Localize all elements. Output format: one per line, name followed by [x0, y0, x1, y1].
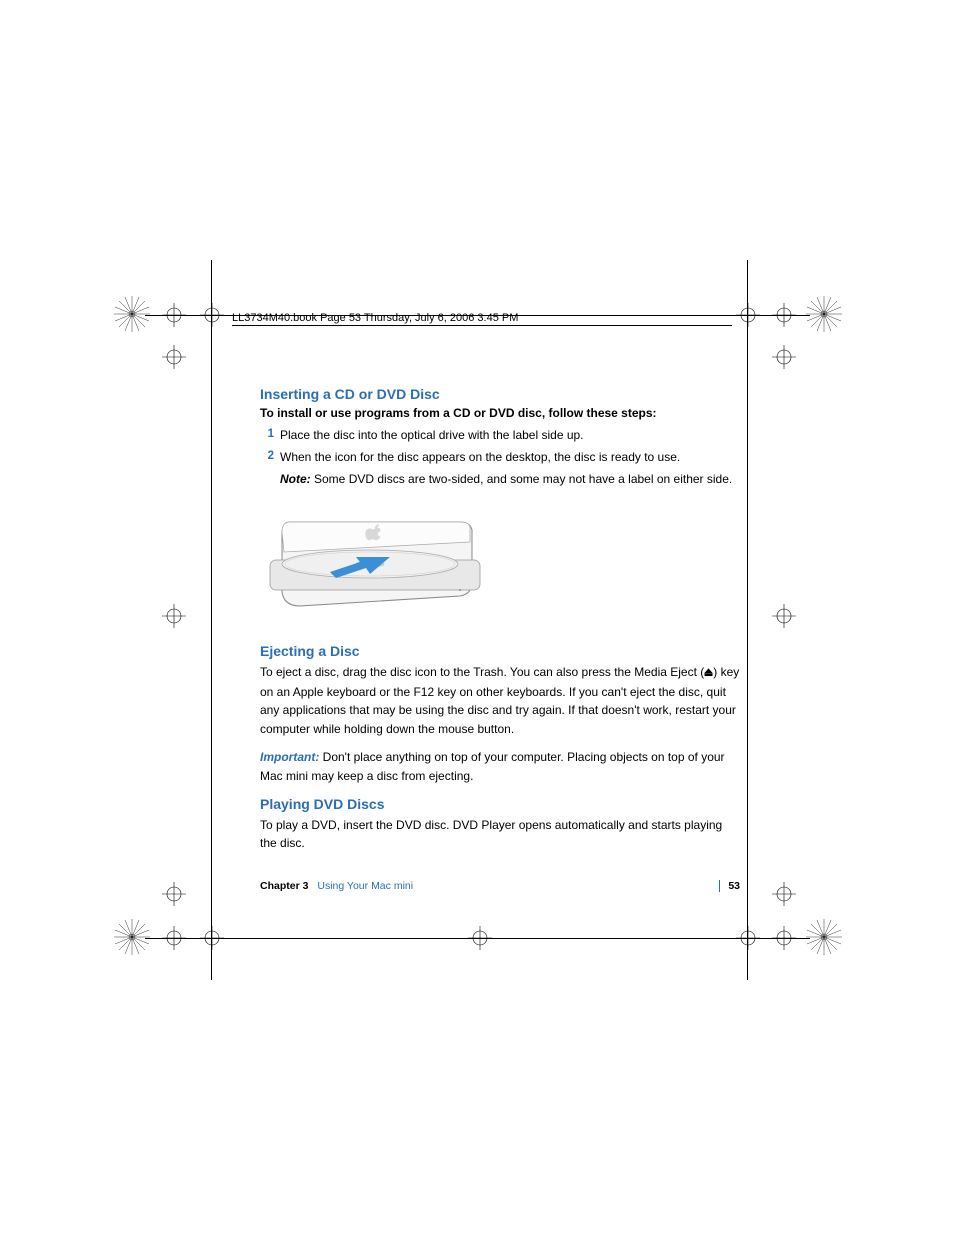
note: Note: Some DVD discs are two-sided, and …	[280, 470, 740, 488]
step-item: 1 Place the disc into the optical drive …	[260, 426, 740, 444]
heading-inserting-disc: Inserting a CD or DVD Disc	[260, 386, 740, 402]
chapter-label: Chapter 3	[260, 880, 308, 892]
footer-right: 53	[719, 880, 740, 892]
page-footer: Chapter 3 Using Your Mac mini 53	[260, 880, 740, 892]
registration-mark-cross	[162, 303, 186, 327]
registration-mark-cross	[162, 926, 186, 950]
registration-mark-cross	[200, 303, 224, 327]
step-number: 2	[260, 448, 274, 466]
ejecting-paragraph: To eject a disc, drag the disc icon to t…	[260, 663, 740, 738]
note-text: Some DVD discs are two-sided, and some m…	[311, 472, 733, 486]
important-text: Don't place anything on top of your comp…	[260, 750, 725, 783]
important-label: Important:	[260, 750, 319, 764]
step-text: When the icon for the disc appears on th…	[280, 448, 740, 466]
text: To eject a disc, drag the disc icon to t…	[260, 665, 704, 679]
crop-line-right	[747, 260, 748, 980]
registration-mark-cross	[468, 926, 492, 950]
eject-icon	[704, 664, 713, 683]
footer-divider	[719, 880, 720, 892]
registration-mark-cross	[772, 345, 796, 369]
note-label: Note:	[280, 472, 311, 486]
important-paragraph: Important: Don't place anything on top o…	[260, 748, 740, 785]
registration-mark-cross	[162, 882, 186, 906]
registration-mark-cross	[772, 926, 796, 950]
registration-mark-cross	[200, 926, 224, 950]
heading-playing-dvd: Playing DVD Discs	[260, 796, 740, 812]
registration-mark-cross	[162, 604, 186, 628]
footer-left: Chapter 3 Using Your Mac mini	[260, 880, 413, 892]
chapter-title: Using Your Mac mini	[317, 880, 413, 892]
step-text: Place the disc into the optical drive wi…	[280, 426, 740, 444]
registration-mark-cross	[772, 604, 796, 628]
step-item: 2 When the icon for the disc appears on …	[260, 448, 740, 466]
registration-mark-radial	[112, 294, 152, 334]
step-number: 1	[260, 426, 274, 444]
crop-line-left	[211, 260, 212, 980]
registration-mark-cross	[772, 882, 796, 906]
registration-mark-radial	[112, 917, 152, 957]
registration-mark-radial	[804, 917, 844, 957]
registration-mark-cross	[772, 303, 796, 327]
playing-dvd-paragraph: To play a DVD, insert the DVD disc. DVD …	[260, 816, 740, 853]
intro-steps: To install or use programs from a CD or …	[260, 406, 740, 420]
page-content: Inserting a CD or DVD Disc To install or…	[260, 310, 740, 863]
page-number: 53	[728, 880, 740, 892]
heading-ejecting-disc: Ejecting a Disc	[260, 643, 740, 659]
registration-mark-cross	[162, 345, 186, 369]
mac-mini-illustration	[260, 502, 740, 625]
registration-mark-radial	[804, 294, 844, 334]
registration-mark-cross	[736, 926, 760, 950]
